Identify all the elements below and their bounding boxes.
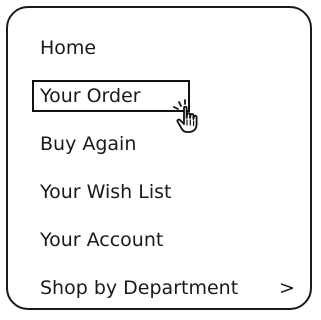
- menu-item-label: Home: [40, 37, 97, 59]
- hand-pointer-icon: [173, 99, 198, 133]
- menu-item-your-order[interactable]: Your Order: [40, 79, 141, 113]
- chevron-right-icon: >: [279, 277, 295, 299]
- menu-item-buy-again[interactable]: Buy Again: [40, 127, 136, 161]
- menu-item-home[interactable]: Home: [40, 31, 96, 65]
- menu-item-shop-by-department[interactable]: Shop by Department: [40, 271, 238, 305]
- menu-item-label: Shop by Department: [40, 277, 239, 299]
- menu-item-label: Your Account: [40, 229, 164, 251]
- menu-item-label: Your Wish List: [40, 181, 172, 203]
- menu-item-your-wish-list[interactable]: Your Wish List: [40, 175, 171, 209]
- menu-item-your-account[interactable]: Your Account: [40, 223, 163, 257]
- menu-item-label: Your Order: [40, 85, 141, 107]
- menu-item-label: Buy Again: [40, 133, 137, 155]
